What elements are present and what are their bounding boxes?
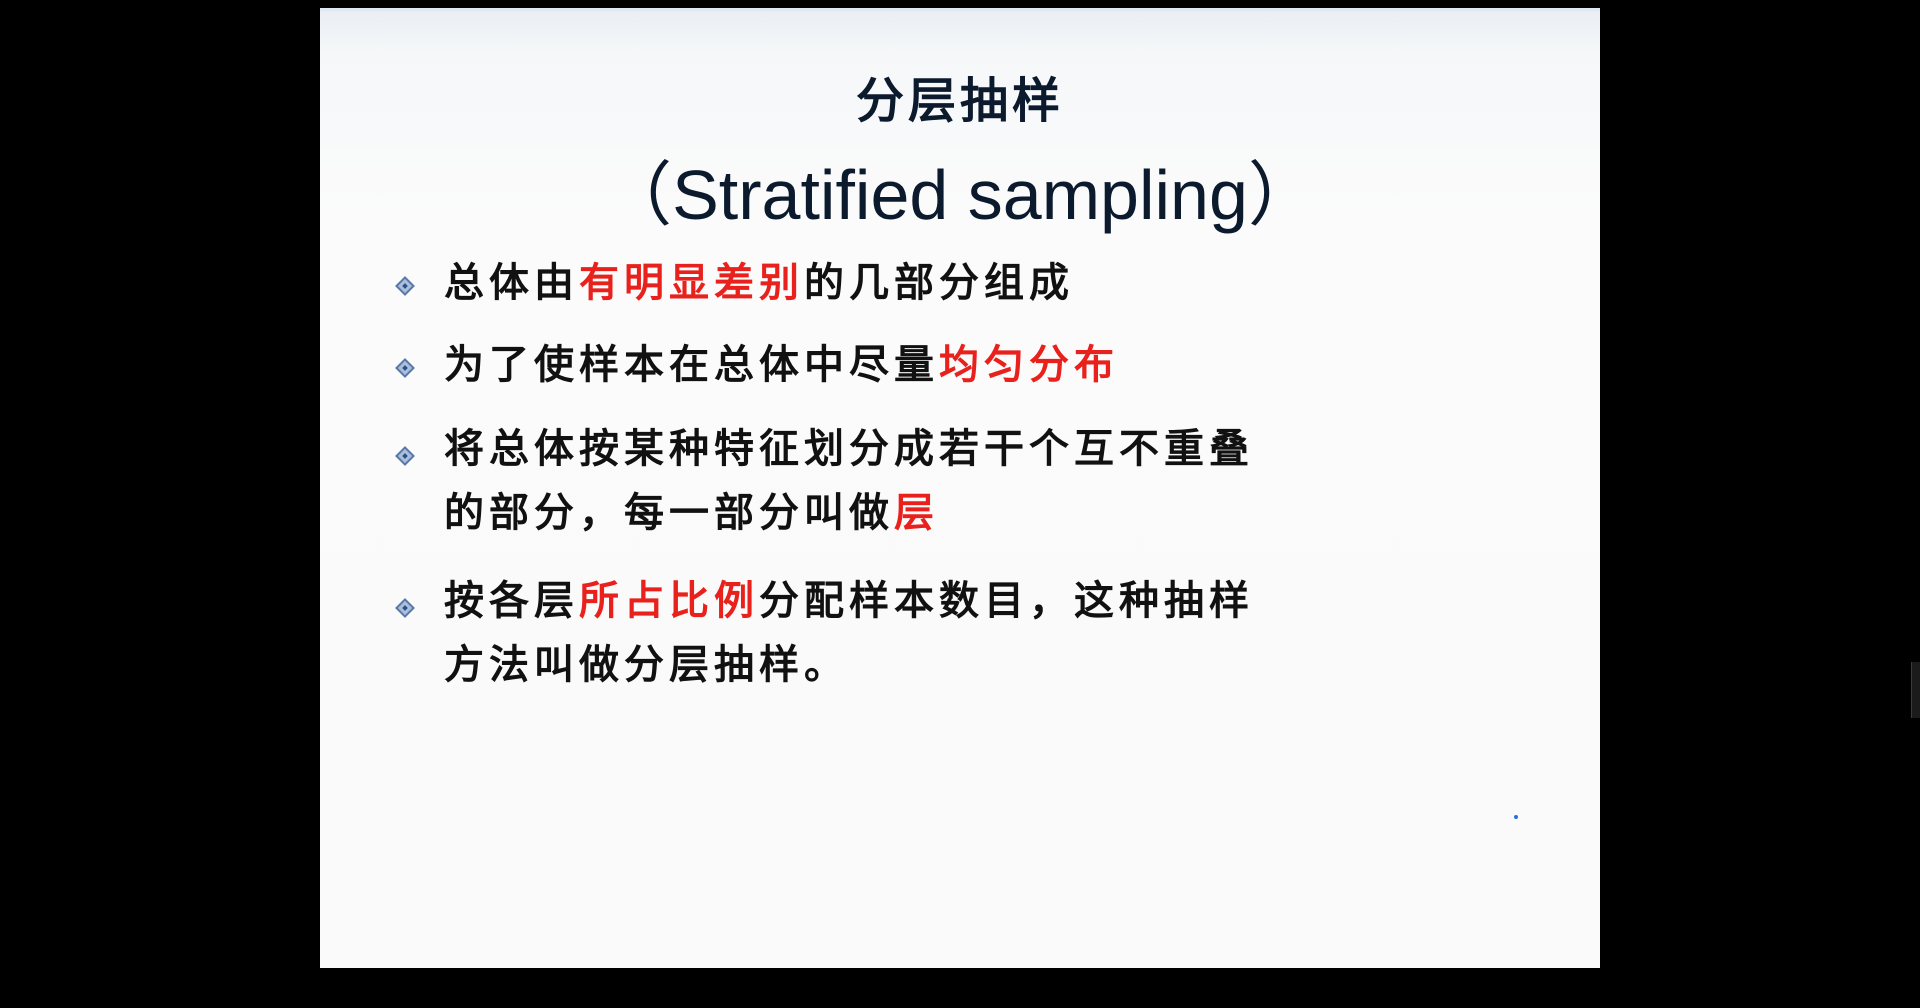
bullet-text: 的部分，每一部分叫做层 bbox=[444, 490, 939, 536]
presentation-slide: 分层抽样 （Stratified sampling） 总体由有明显差别的几部分组… bbox=[320, 8, 1600, 968]
highlighted-text: 所占比例 bbox=[579, 578, 759, 624]
slide-subtitle: （Stratified sampling） bbox=[602, 156, 1318, 234]
side-panel-handle[interactable] bbox=[1911, 662, 1920, 718]
screen-share-view: 分层抽样 （Stratified sampling） 总体由有明显差别的几部分组… bbox=[0, 0, 1920, 1008]
bullet-text: 将总体按某种特征划分成若干个互不重叠 bbox=[444, 426, 1254, 472]
diamond-bullet-icon bbox=[395, 598, 415, 618]
highlighted-text: 有明显差别 bbox=[579, 260, 804, 306]
bullet-text: 总体由有明显差别的几部分组成 bbox=[444, 260, 1074, 306]
highlighted-text: 层 bbox=[894, 490, 939, 536]
highlighted-text: 均匀分布 bbox=[939, 342, 1119, 388]
bullet-text: 按各层所占比例分配样本数目，这种抽样 bbox=[444, 578, 1254, 624]
diamond-bullet-icon bbox=[395, 358, 415, 378]
diamond-bullet-icon bbox=[395, 446, 415, 466]
diamond-bullet-icon bbox=[395, 276, 415, 296]
bullet-text: 为了使样本在总体中尽量均匀分布 bbox=[444, 342, 1119, 388]
pointer-dot bbox=[1514, 815, 1518, 819]
bullet-text: 方法叫做分层抽样。 bbox=[444, 642, 849, 688]
slide-title: 分层抽样 bbox=[855, 73, 1064, 129]
